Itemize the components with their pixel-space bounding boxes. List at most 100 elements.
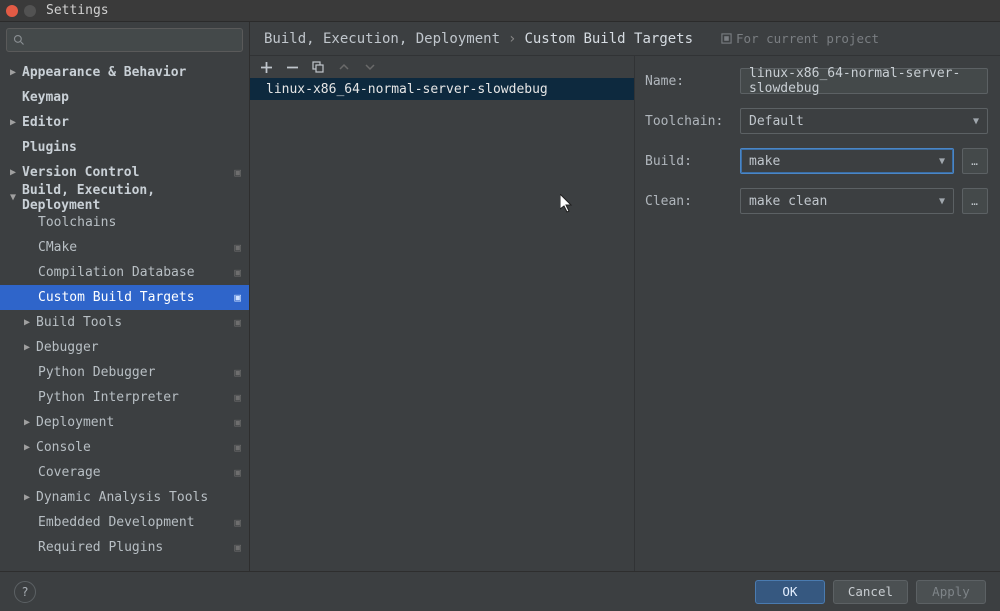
tree-item[interactable]: Custom Build Targets ▣ [0,285,249,310]
project-scope-icon: ▣ [234,466,241,479]
chevron-right-icon[interactable]: ▶ [8,117,18,128]
project-scope-icon: ▣ [234,441,241,454]
chevron-down-icon: ▼ [939,196,945,207]
project-scope-icon: ▣ [234,266,241,279]
scope-hint: For current project [721,31,879,46]
tree-item-label: Coverage [38,465,101,480]
tree-item[interactable]: Toolchains [0,210,249,235]
chevron-down-icon: ▼ [939,156,945,167]
chevron-down-icon[interactable]: ▼ [8,192,18,203]
tree-item-label: Required Plugins [38,540,163,555]
tree-item-label: CMake [38,240,77,255]
add-target-button[interactable] [258,59,274,75]
breadcrumb-separator: › [508,31,516,47]
project-scope-icon: ▣ [234,366,241,379]
tree-item[interactable]: ▶ Build Tools ▣ [0,310,249,335]
breadcrumb-segment[interactable]: Build, Execution, Deployment [264,31,500,47]
copy-icon [312,61,324,73]
move-down-button [362,59,378,75]
toolchain-label: Toolchain: [645,114,740,129]
project-scope-icon: ▣ [234,241,241,254]
tree-item[interactable]: ▶Deployment▣ [0,410,249,435]
breadcrumb: Build, Execution, Deployment › Custom Bu… [250,22,1000,56]
tree-item-label: Debugger [36,340,99,355]
project-scope-icon: ▣ [234,541,241,554]
tree-item[interactable]: ▶Version Control▣ [0,160,249,185]
clean-edit-button[interactable]: … [962,188,988,214]
tree-item[interactable]: Plugins [0,135,249,160]
tree-item-label: Deployment [36,415,114,430]
tree-item[interactable]: Python Interpreter▣ [0,385,249,410]
build-combo[interactable]: make ▼ [740,148,954,174]
tree-item[interactable]: ▶ Editor [0,110,249,135]
tree-item[interactable]: Coverage ▣ [0,460,249,485]
tree-item-label: Compilation Database [38,265,195,280]
chevron-right-icon[interactable]: ▶ [22,417,32,428]
chevron-up-icon [339,62,349,72]
plus-icon [261,62,272,73]
move-up-button [336,59,352,75]
chevron-right-icon[interactable]: ▶ [22,442,32,453]
name-label: Name: [645,74,740,89]
tree-item[interactable]: Python Debugger ▣ [0,360,249,385]
apply-button[interactable]: Apply [916,580,986,604]
window-close-button[interactable] [6,5,18,17]
tree-item[interactable]: ▶ Debugger [0,335,249,360]
tree-item-label: Dynamic Analysis Tools [36,490,208,505]
build-label: Build: [645,154,740,169]
project-scope-icon [721,33,732,44]
remove-target-button[interactable] [284,59,300,75]
project-scope-icon: ▣ [234,391,241,404]
chevron-right-icon[interactable]: ▶ [22,317,32,328]
tree-item-label: Custom Build Targets [38,290,195,305]
project-scope-icon: ▣ [234,316,241,329]
chevron-down-icon [365,62,375,72]
chevron-down-icon: ▼ [973,116,979,127]
list-toolbar [250,56,634,78]
chevron-right-icon[interactable]: ▶ [8,167,18,178]
chevron-right-icon[interactable]: ▶ [8,67,18,78]
tree-item[interactable]: ▶Console▣ [0,435,249,460]
search-icon [13,34,25,46]
project-scope-icon: ▣ [234,291,241,304]
tree-item-label: Appearance & Behavior [22,65,186,80]
chevron-right-icon[interactable]: ▶ [22,492,32,503]
tree-item[interactable]: ▶ Dynamic Analysis Tools [0,485,249,510]
cancel-button[interactable]: Cancel [833,580,908,604]
target-form: Name: linux-x86_64-normal-server-slowdeb… [635,56,1000,571]
targets-list: linux-x86_64-normal-server-slowdebug [250,78,634,571]
copy-target-button[interactable] [310,59,326,75]
clean-label: Clean: [645,194,740,209]
tree-item[interactable]: Compilation Database ▣ [0,260,249,285]
tree-item-label: Editor [22,115,69,130]
tree-item-label: Plugins [22,140,77,155]
tree-item-label: Embedded Development [38,515,195,530]
titlebar: Settings [0,0,1000,22]
chevron-right-icon[interactable]: ▶ [22,342,32,353]
clean-combo[interactable]: make clean ▼ [740,188,954,214]
project-scope-icon: ▣ [234,516,241,529]
window-minimize-button[interactable] [24,5,36,17]
tree-item[interactable]: Embedded Development ▣ [0,510,249,535]
tree-item[interactable]: ▶ Appearance & Behavior [0,60,249,85]
name-input[interactable]: linux-x86_64-normal-server-slowdebug [740,68,988,94]
window-title: Settings [46,3,109,18]
tree-item-label: Toolchains [38,215,116,230]
tree-item[interactable]: Keymap [0,85,249,110]
tree-item[interactable]: ▼Build, Execution, Deployment [0,185,249,210]
ok-button[interactable]: OK [755,580,825,604]
search-field[interactable] [6,28,243,52]
tree-item[interactable]: Required Plugins ▣ [0,535,249,560]
search-input[interactable] [29,33,236,47]
list-item[interactable]: linux-x86_64-normal-server-slowdebug [250,78,634,100]
targets-list-panel: linux-x86_64-normal-server-slowdebug [250,56,635,571]
tree-item[interactable]: CMake ▣ [0,235,249,260]
help-button[interactable]: ? [14,581,36,603]
tree-item-label: Build Tools [36,315,122,330]
settings-tree: ▶ Appearance & Behavior Keymap ▶ Editor Plugi… [0,60,249,571]
build-edit-button[interactable]: … [962,148,988,174]
tree-item-label: Keymap [22,90,69,105]
tree-item-label: Version Control [22,165,139,180]
tree-item-label: Python Debugger [38,365,155,380]
toolchain-combo[interactable]: Default ▼ [740,108,988,134]
